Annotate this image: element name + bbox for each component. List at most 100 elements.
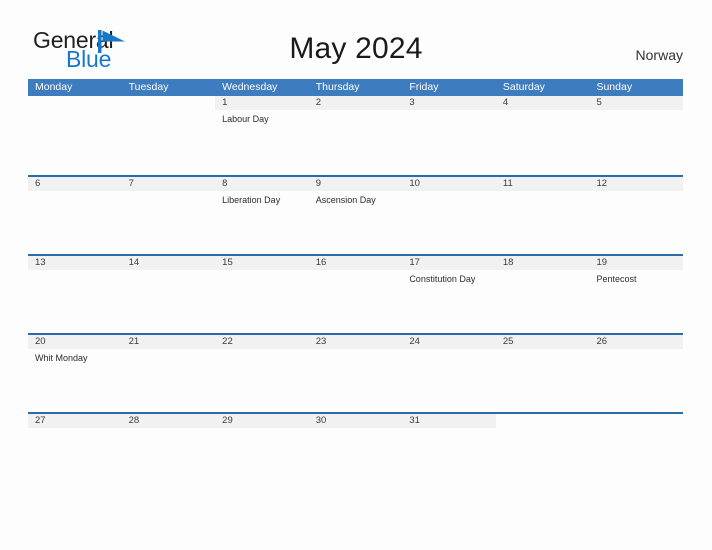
calendar-day-cell[interactable]: 16 — [308, 256, 403, 333]
day-number: 11 — [495, 177, 590, 191]
day-events — [402, 428, 496, 431]
day-events — [28, 110, 122, 113]
day-events — [215, 349, 309, 352]
day-number: 5 — [589, 96, 684, 110]
day-number: 18 — [495, 256, 590, 270]
day-events — [309, 110, 403, 113]
calendar-day-cell[interactable]: 2 — [308, 96, 403, 175]
day-number: 1 — [215, 96, 309, 110]
day-events — [496, 270, 590, 273]
calendar-day-cell[interactable]: 22 — [215, 335, 309, 412]
calendar-day-cell[interactable]: 21 — [121, 335, 216, 412]
calendar-week-row: 20 Whit Monday 21 22 23 24 25 26 — [28, 333, 684, 412]
calendar-week-row: 6 7 8 Liberation Day 9 Ascension Day 10 11 12 — [28, 175, 684, 254]
day-number: 24 — [402, 335, 496, 349]
day-number — [122, 96, 216, 110]
calendar-day-cell[interactable]: 23 — [308, 335, 403, 412]
calendar-day-cell[interactable]: 8 Liberation Day — [215, 177, 309, 254]
calendar-day-cell[interactable]: 11 — [495, 177, 590, 254]
calendar-day-cell-empty — [496, 414, 590, 491]
day-number: 6 — [28, 177, 122, 191]
day-number — [496, 414, 590, 428]
calendar-day-cell[interactable]: 7 — [121, 177, 216, 254]
calendar-weeks: 1 Labour Day 2 3 4 5 6 7 8 Liberation Day 9 Ascensi… — [28, 96, 684, 491]
calendar-day-cell[interactable]: 28 — [121, 414, 216, 491]
weekday-header-wednesday: Wednesday — [222, 81, 278, 93]
day-events: Ascension Day — [309, 191, 403, 206]
holiday-label: Labour Day — [222, 114, 269, 124]
calendar-day-cell[interactable]: 12 — [589, 177, 684, 254]
calendar-day-cell[interactable]: 24 — [402, 335, 496, 412]
day-number: 16 — [308, 256, 403, 270]
day-events — [496, 110, 590, 113]
calendar-day-cell[interactable]: 14 — [121, 256, 216, 333]
day-number: 15 — [215, 256, 309, 270]
day-events — [309, 428, 403, 431]
day-events — [589, 428, 683, 431]
calendar-day-cell[interactable]: 1 Labour Day — [215, 96, 309, 175]
day-number: 13 — [28, 256, 122, 270]
day-number: 2 — [308, 96, 403, 110]
holiday-label: Constitution Day — [409, 274, 476, 284]
day-events — [496, 428, 590, 431]
day-events: Constitution Day — [402, 270, 496, 285]
calendar-day-cell[interactable]: 25 — [495, 335, 590, 412]
calendar-day-cell[interactable]: 26 — [589, 335, 684, 412]
weekday-header-thursday: Thursday — [315, 81, 360, 93]
holiday-label: Liberation Day — [222, 195, 281, 205]
day-number: 30 — [308, 414, 403, 428]
calendar-day-cell[interactable]: 20 Whit Monday — [28, 335, 122, 412]
calendar-day-cell[interactable]: 5 — [589, 96, 684, 175]
calendar-day-cell[interactable]: 18 — [495, 256, 590, 333]
calendar-day-cell[interactable]: 13 — [28, 256, 122, 333]
day-number: 10 — [402, 177, 496, 191]
day-number: 4 — [495, 96, 590, 110]
day-events — [589, 191, 683, 194]
day-number: 22 — [215, 335, 309, 349]
day-number: 17 — [402, 256, 496, 270]
day-number: 19 — [589, 256, 684, 270]
country-label: Norway — [635, 47, 683, 63]
day-events — [28, 428, 122, 431]
day-events: Whit Monday — [28, 349, 122, 364]
calendar-day-cell[interactable]: 3 — [402, 96, 496, 175]
calendar-day-cell[interactable]: 15 — [215, 256, 309, 333]
calendar-grid: Monday Tuesday Wednesday Thursday Friday Satu… — [28, 79, 684, 491]
calendar-day-cell[interactable]: 27 — [28, 414, 122, 491]
day-events — [122, 191, 216, 194]
day-number: 8 — [215, 177, 309, 191]
calendar-day-cell[interactable]: 6 — [28, 177, 122, 254]
calendar-day-cell[interactable]: 19 Pentecost — [589, 256, 684, 333]
day-number: 9 — [308, 177, 403, 191]
day-number: 29 — [215, 414, 309, 428]
day-number: 27 — [28, 414, 122, 428]
calendar-day-cell[interactable]: 17 Constitution Day — [402, 256, 496, 333]
calendar-week-row: 13 14 15 16 17 Constitution Day 18 19 Pentecost — [28, 254, 684, 333]
day-events — [309, 270, 403, 273]
day-events — [496, 191, 590, 194]
calendar-weekday-header: Monday Tuesday Wednesday Thursday Friday Satu… — [28, 79, 683, 96]
day-number: 25 — [495, 335, 590, 349]
calendar-day-cell-empty — [122, 96, 216, 175]
day-events — [589, 110, 683, 113]
day-events — [215, 270, 309, 273]
day-number: 31 — [402, 414, 496, 428]
day-events — [402, 110, 496, 113]
day-number: 23 — [308, 335, 403, 349]
calendar-day-cell[interactable]: 31 — [402, 414, 496, 491]
page-header: General Blue May 2024 Norway — [0, 0, 712, 78]
day-events — [309, 349, 403, 352]
calendar-day-cell[interactable]: 10 — [402, 177, 496, 254]
day-events — [122, 270, 216, 273]
day-events: Pentecost — [589, 270, 683, 285]
calendar-day-cell[interactable]: 30 — [308, 414, 403, 491]
calendar-day-cell[interactable]: 29 — [215, 414, 309, 491]
day-events — [215, 428, 309, 431]
weekday-header-sunday: Sunday — [596, 81, 633, 93]
day-number: 3 — [402, 96, 496, 110]
day-events — [589, 349, 683, 352]
day-events — [28, 191, 122, 194]
holiday-label: Ascension Day — [315, 195, 376, 205]
calendar-day-cell[interactable]: 9 Ascension Day — [308, 177, 403, 254]
calendar-day-cell[interactable]: 4 — [495, 96, 590, 175]
